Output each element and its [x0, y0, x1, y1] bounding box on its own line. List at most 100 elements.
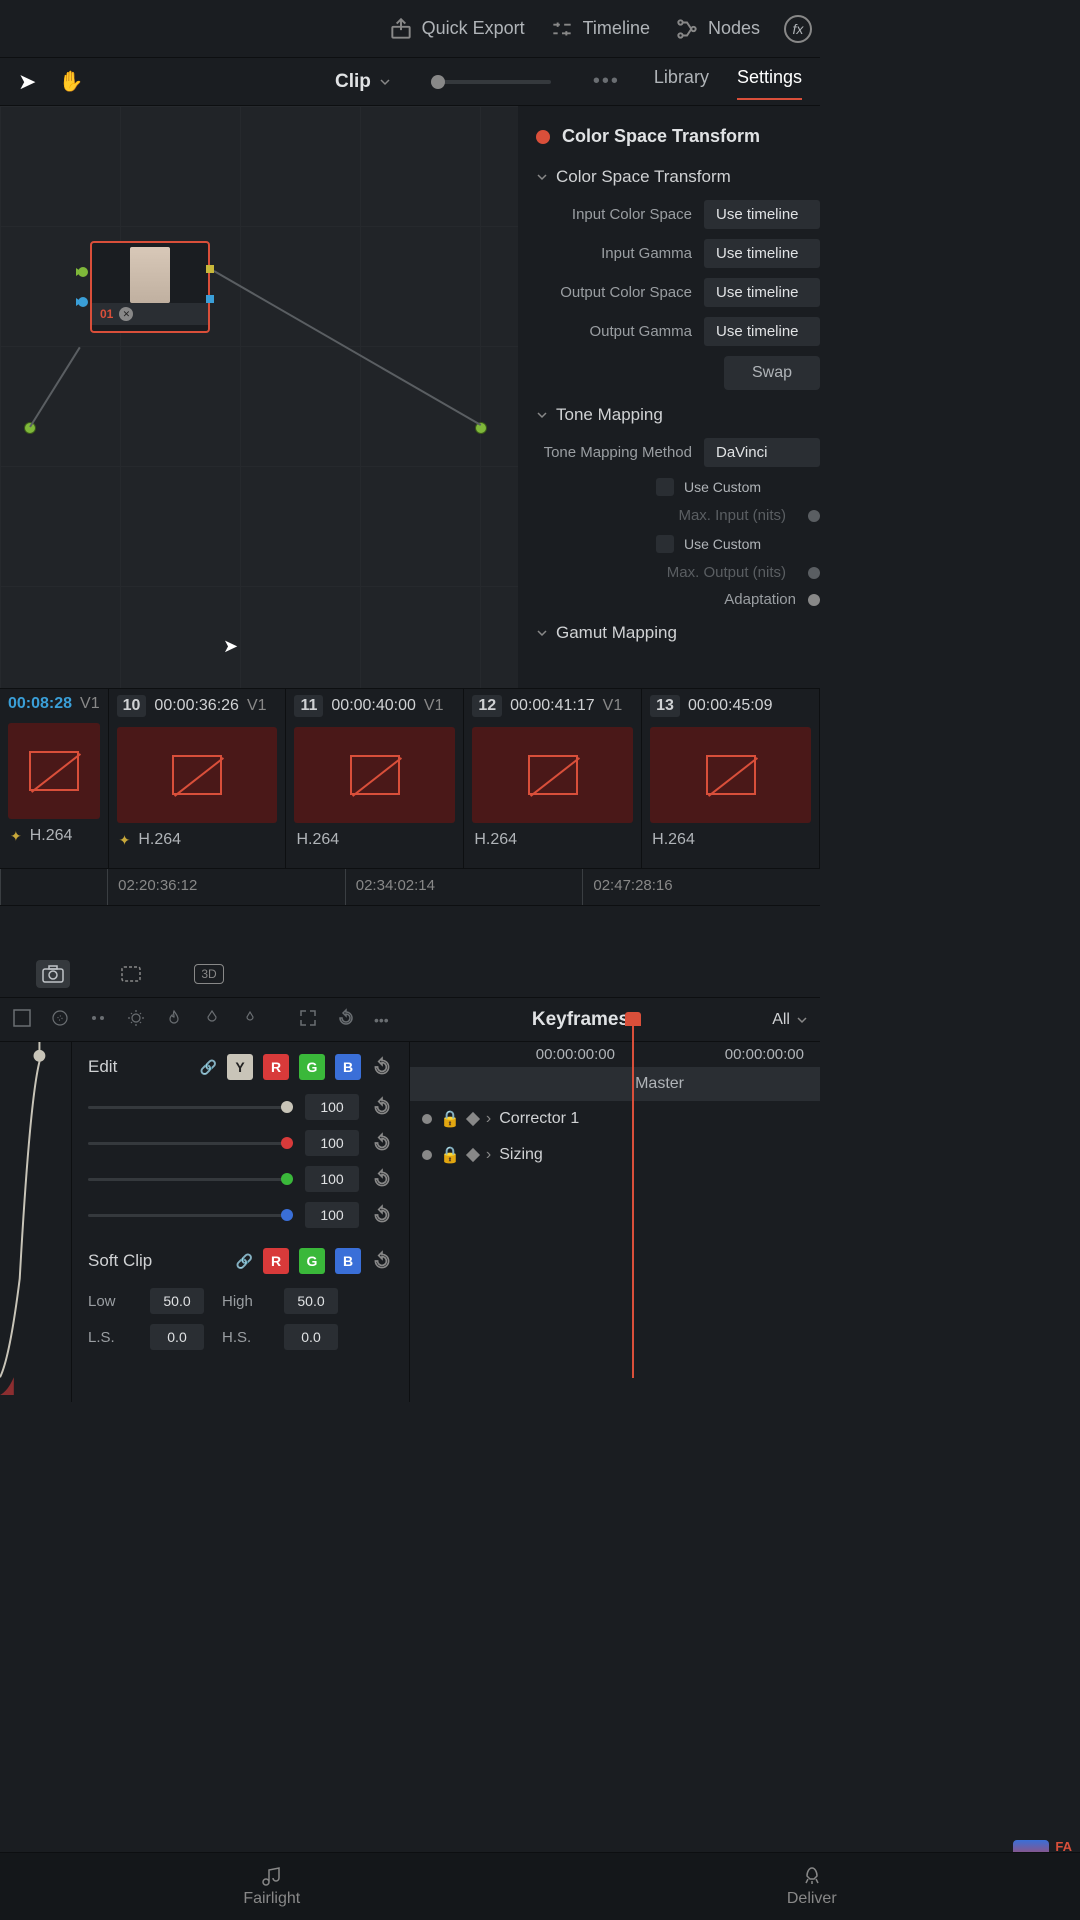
adaptation-slider[interactable] [808, 594, 820, 606]
nav-fairlight[interactable]: Fairlight [243, 1866, 300, 1908]
output-gamma-dropdown[interactable]: Use timeline [704, 317, 820, 346]
channel-b-button[interactable]: B [335, 1054, 361, 1080]
clip-codec: H.264 [652, 831, 695, 849]
kf-master-row[interactable]: Master [410, 1067, 820, 1101]
channel-b-button[interactable]: B [335, 1248, 361, 1274]
kf-track-sizing[interactable]: 🔒 › Sizing [410, 1137, 820, 1173]
channel-g-button[interactable]: G [299, 1248, 325, 1274]
scope-droplet-icon[interactable] [240, 1008, 260, 1031]
input-cs-dropdown[interactable]: Use timeline [704, 200, 820, 229]
zoom-slider[interactable] [431, 80, 551, 84]
swap-button[interactable]: Swap [724, 356, 820, 390]
y-slider[interactable] [88, 1106, 293, 1109]
high-value-input[interactable]: 50.0 [284, 1288, 338, 1314]
reset-icon[interactable] [371, 1168, 393, 1190]
clip-thumb[interactable]: 1000:00:40:0000:00:36:26V1 ✦H.264 [109, 689, 287, 868]
use-custom-checkbox[interactable] [656, 535, 674, 553]
loop-button[interactable] [114, 960, 148, 988]
pan-tool-icon[interactable]: ✋ [58, 69, 83, 94]
curves-graph[interactable] [0, 1042, 72, 1402]
channel-r-button[interactable]: R [263, 1054, 289, 1080]
max-input-slider[interactable] [808, 510, 820, 522]
fx-enabled-dot[interactable] [536, 130, 550, 144]
section-tonemapping[interactable]: Tone Mapping [536, 395, 820, 433]
node-output-blue[interactable] [206, 295, 214, 303]
clip-thumb[interactable]: 00:08:28V1 ✦H.264 [0, 689, 109, 868]
scope-square-icon[interactable] [12, 1008, 32, 1031]
nodes-button[interactable]: Nodes [674, 16, 760, 42]
reset-icon[interactable] [371, 1250, 393, 1272]
b-value-input[interactable]: 100 [305, 1202, 359, 1228]
scope-dots-icon[interactable] [88, 1008, 108, 1031]
output-cs-dropdown[interactable]: Use timeline [704, 278, 820, 307]
more-icon[interactable]: ••• [374, 1012, 389, 1028]
r-slider[interactable] [88, 1142, 293, 1145]
node-output-yellow[interactable] [206, 265, 214, 273]
tab-library[interactable]: Library [654, 63, 709, 100]
3d-button[interactable]: 3D [192, 960, 226, 988]
scope-flame-icon[interactable] [164, 1008, 184, 1031]
hs-value-input[interactable]: 0.0 [284, 1324, 338, 1350]
tab-settings[interactable]: Settings [737, 63, 802, 100]
tc-tick: 02:20:36:12 [107, 869, 345, 905]
select-tool-icon[interactable]: ➤ [18, 69, 36, 95]
fx-button[interactable]: fx [784, 15, 812, 43]
clip-thumb[interactable]: 1200:00:41:17V1 H.264 [464, 689, 642, 868]
keyframe-diamond-icon[interactable] [466, 1112, 480, 1126]
quick-export-button[interactable]: Quick Export [388, 16, 525, 42]
section-gamut[interactable]: Gamut Mapping [536, 613, 820, 651]
use-custom-checkbox[interactable] [656, 478, 674, 496]
more-menu-icon[interactable]: ••• [593, 70, 620, 93]
max-output-slider[interactable] [808, 567, 820, 579]
settings-panel: Color Space Transform Color Space Transf… [518, 106, 820, 688]
r-value-input[interactable]: 100 [305, 1130, 359, 1156]
tm-method-dropdown[interactable]: DaVinci [704, 438, 820, 467]
triangle-icon [76, 268, 84, 276]
clip-codec: H.264 [296, 831, 339, 849]
reset-icon[interactable] [336, 1008, 356, 1031]
clip-index: 10 [117, 695, 147, 717]
keyframes-filter-dropdown[interactable]: All [772, 1011, 808, 1029]
channel-y-button[interactable]: Y [227, 1054, 253, 1080]
node-input-blue[interactable] [78, 297, 88, 307]
export-icon [388, 16, 414, 42]
reset-icon[interactable] [371, 1096, 393, 1118]
kf-enable-dot[interactable] [422, 1114, 432, 1124]
expand-icon[interactable] [298, 1008, 318, 1031]
kf-track-corrector[interactable]: 🔒 › Corrector 1 [410, 1101, 820, 1137]
corrector-node[interactable]: 01 ✕ [90, 241, 210, 333]
reset-icon[interactable] [371, 1132, 393, 1154]
node-graph-canvas[interactable]: 01 ✕ ➤ [0, 106, 518, 688]
clip-thumb[interactable]: 1300:00:45:09 H.264 [642, 689, 820, 868]
lock-icon[interactable]: 🔒 [440, 1145, 460, 1165]
lock-icon[interactable]: 🔒 [440, 1109, 460, 1129]
timeline-button[interactable]: Timeline [549, 16, 650, 42]
y-value-input[interactable]: 100 [305, 1094, 359, 1120]
link-icon[interactable]: 🔗 [200, 1059, 217, 1076]
input-gamma-dropdown[interactable]: Use timeline [704, 239, 820, 268]
reset-icon[interactable] [371, 1056, 393, 1078]
clip-dropdown[interactable]: Clip [335, 71, 391, 93]
clips-thumbnail-strip[interactable]: 00:08:28V1 ✦H.264 1000:00:40:0000:00:36:… [0, 688, 820, 868]
nav-deliver[interactable]: Deliver [787, 1866, 837, 1908]
scope-wheel-icon[interactable] [50, 1008, 70, 1031]
b-slider[interactable] [88, 1214, 293, 1217]
keyframe-playhead[interactable] [632, 1016, 634, 1378]
stills-button[interactable] [36, 960, 70, 988]
ls-value-input[interactable]: 0.0 [150, 1324, 204, 1350]
g-value-input[interactable]: 100 [305, 1166, 359, 1192]
timecode-ruler[interactable]: 02:20:36:12 02:34:02:14 02:47:28:16 [0, 868, 820, 906]
node-input-green[interactable] [78, 267, 88, 277]
kf-enable-dot[interactable] [422, 1150, 432, 1160]
channel-g-button[interactable]: G [299, 1054, 325, 1080]
channel-r-button[interactable]: R [263, 1248, 289, 1274]
keyframe-diamond-icon[interactable] [466, 1148, 480, 1162]
link-icon[interactable]: 🔗 [236, 1253, 253, 1270]
reset-icon[interactable] [371, 1204, 393, 1226]
scope-sun-icon[interactable] [126, 1008, 146, 1031]
low-value-input[interactable]: 50.0 [150, 1288, 204, 1314]
g-slider[interactable] [88, 1178, 293, 1181]
section-cst[interactable]: Color Space Transform [536, 157, 820, 195]
clip-thumb[interactable]: 1100:00:40:00V1 H.264 [286, 689, 464, 868]
scope-drop-icon[interactable] [202, 1008, 222, 1031]
